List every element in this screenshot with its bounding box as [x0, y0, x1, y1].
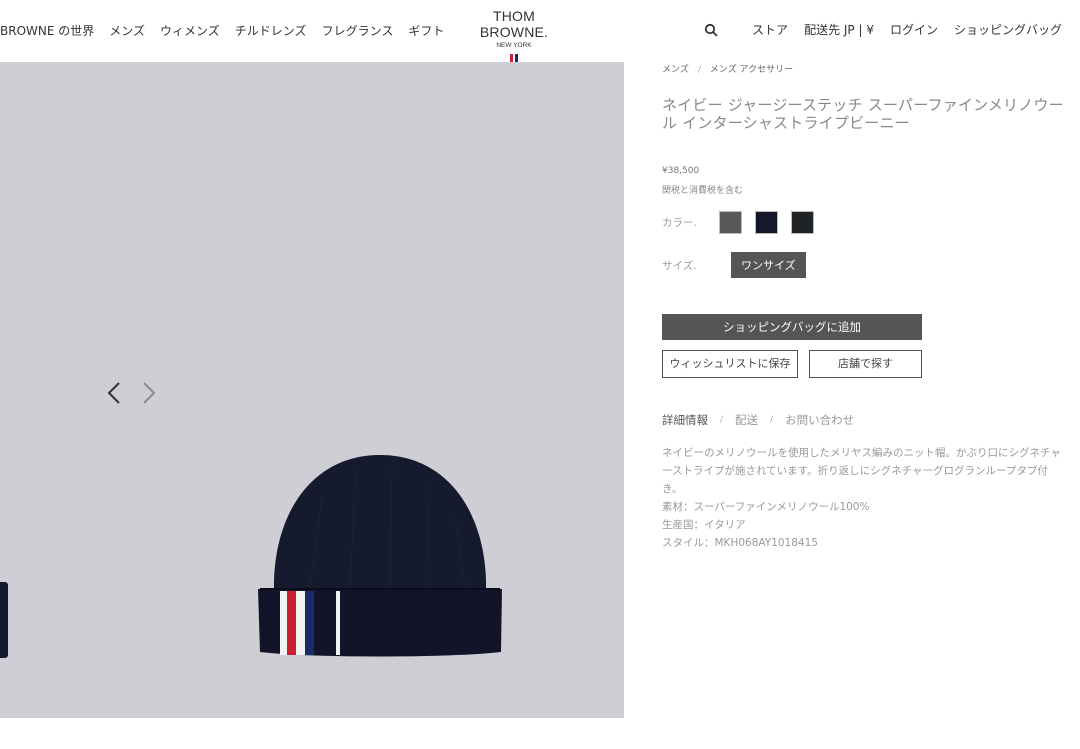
- tab-shipping[interactable]: 配送: [735, 412, 758, 428]
- product-description: ネイビーのメリノウールを使用したメリヤス編みのニット帽。かぶり口にシグネチャース…: [662, 444, 1067, 552]
- product-info-panel: メンズ / メンズ アクセサリー ネイビー ジャージーステッチ スーパーファインメリ…: [662, 62, 1067, 552]
- breadcrumb-item-mens-accessories[interactable]: メンズ アクセサリー: [710, 65, 793, 75]
- product-image-gallery: [0, 62, 624, 718]
- size-option-one-size[interactable]: ワンサイズ: [731, 252, 806, 278]
- main-nav: BROWNE の世界 メンズ ウィメンズ チルドレンズ フレグランス ギフト: [0, 22, 444, 39]
- nav-shopping-bag-link[interactable]: ショッピングバッグ: [954, 21, 1062, 38]
- save-to-wishlist-button[interactable]: ウィッシュリストに保存: [662, 350, 798, 378]
- material-info: 素材：スーパーファインメリノウール100%: [662, 501, 870, 513]
- breadcrumb: メンズ / メンズ アクセサリー: [662, 65, 794, 75]
- breadcrumb-item-mens[interactable]: メンズ: [662, 65, 689, 75]
- tab-details[interactable]: 詳細情報: [662, 412, 708, 428]
- product-detail-tabs: 詳細情報 / 配送 / お問い合わせ: [662, 412, 855, 428]
- nav-login-link[interactable]: ログイン: [890, 21, 938, 38]
- size-label: サイズ.: [662, 259, 697, 272]
- find-in-store-button[interactable]: 店舗で探す: [809, 350, 922, 378]
- nav-store-link[interactable]: ストア: [752, 21, 788, 38]
- secondary-actions: ウィッシュリストに保存 店舗で探す: [662, 350, 1067, 378]
- utility-nav: ストア 配送先 JP | ¥ ログイン ショッピングバッグ: [704, 21, 1062, 38]
- brand-name: THOM BROWNE.: [479, 8, 549, 40]
- color-selector: カラー.: [662, 211, 1067, 234]
- chevron-left-icon[interactable]: [105, 380, 123, 406]
- color-swatch-navy[interactable]: [755, 211, 778, 234]
- style-number: スタイル：MKH068AY1018415: [662, 537, 818, 549]
- nav-item-gift[interactable]: ギフト: [408, 22, 444, 39]
- nav-item-childrens[interactable]: チルドレンズ: [235, 22, 307, 39]
- color-label: カラー.: [662, 217, 697, 229]
- search-icon[interactable]: [704, 23, 718, 37]
- product-price: ¥38,500: [662, 166, 700, 176]
- add-to-bag-button[interactable]: ショッピングバッグに追加: [662, 314, 922, 340]
- chevron-right-icon[interactable]: [140, 380, 158, 406]
- nav-item-mens[interactable]: メンズ: [109, 22, 145, 39]
- color-swatch-black[interactable]: [791, 211, 814, 234]
- product-image-beanie: [258, 455, 502, 657]
- tab-contact[interactable]: お問い合わせ: [785, 412, 854, 428]
- product-title: ネイビー ジャージーステッチ スーパーファインメリノウール インターシャストライ…: [662, 96, 1064, 132]
- brand-logo[interactable]: THOM BROWNE. NEW YORK: [463, 8, 565, 65]
- site-header: BROWNE の世界 メンズ ウィメンズ チルドレンズ フレグランス ギフト T…: [0, 0, 1080, 65]
- brand-subtitle: NEW YORK: [496, 42, 532, 49]
- origin-info: 生産国：イタリア: [662, 519, 746, 531]
- nav-shipping-selector[interactable]: 配送先 JP | ¥: [804, 21, 874, 38]
- description-text: ネイビーのメリノウールを使用したメリヤス編みのニット帽。かぶり口にシグネチャース…: [662, 447, 1061, 495]
- nav-item-world[interactable]: BROWNE の世界: [0, 22, 94, 39]
- previous-product-image-edge: [0, 582, 8, 658]
- nav-item-womens[interactable]: ウィメンズ: [160, 22, 220, 39]
- size-selector: サイズ. ワンサイズ: [662, 252, 1067, 278]
- nav-item-fragrance[interactable]: フレグランス: [322, 22, 394, 39]
- tax-note: 関税と消費税を含む: [662, 186, 744, 196]
- color-swatch-grey[interactable]: [719, 211, 742, 234]
